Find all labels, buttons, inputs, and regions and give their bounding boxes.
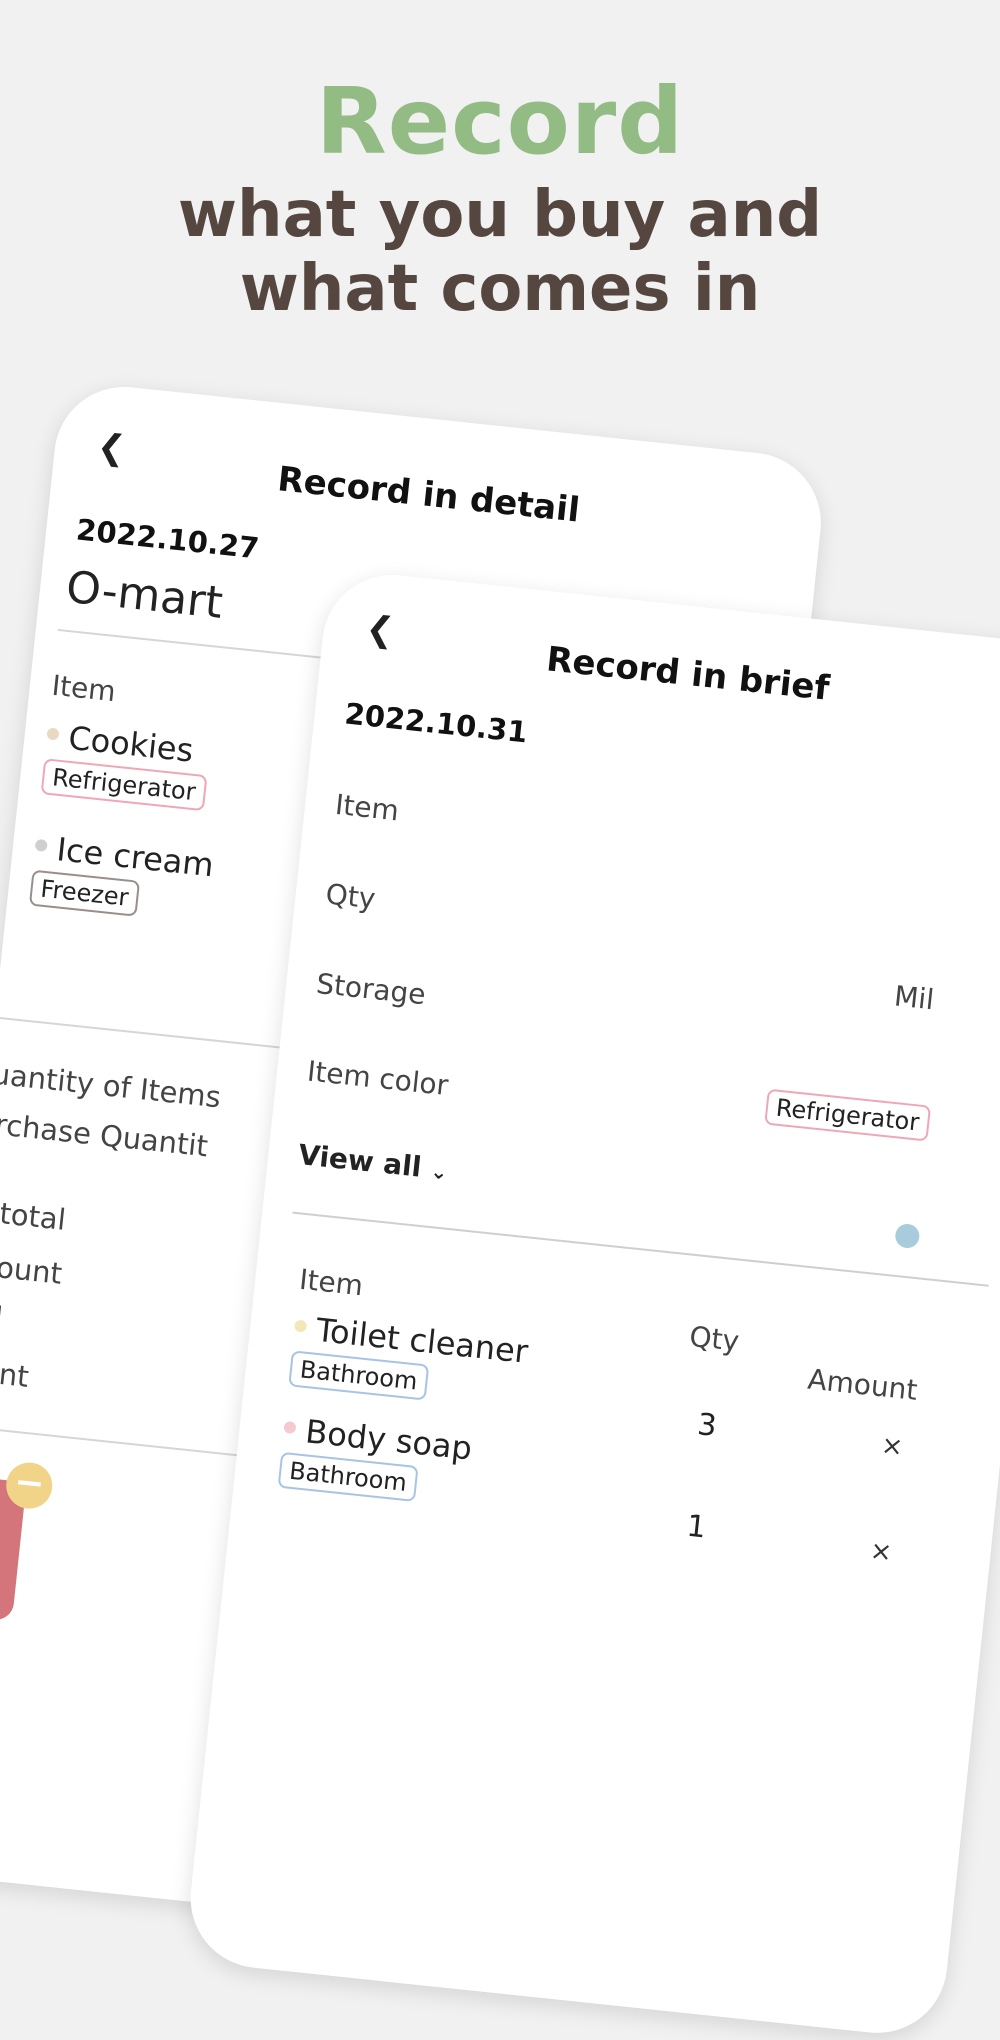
back-button[interactable]: ❮: [364, 608, 397, 651]
divider: [292, 1211, 989, 1287]
list-header-item: Item: [297, 1262, 365, 1303]
view-all-label: View all: [296, 1138, 424, 1184]
back-button[interactable]: ❮: [95, 426, 128, 469]
quantity-of-items-label: Quantity of Items: [0, 1054, 223, 1115]
cookie-image: [0, 1504, 2, 1564]
remove-item-button[interactable]: ×: [869, 1536, 894, 1568]
subtotal-label: Subtotal: [0, 1190, 68, 1237]
qty-field-label: Qty: [324, 877, 377, 916]
record-brief-card: ❮ Record in brief 2022.10.31 Item Qty Mi…: [183, 568, 1000, 2040]
item-field-label: Item: [333, 787, 401, 828]
view-all-button[interactable]: View all ⌄: [297, 1138, 450, 1186]
chevron-down-icon: ⌄: [429, 1158, 449, 1185]
storage-field-label: Storage: [314, 966, 428, 1012]
record-date: 2022.10.31: [343, 696, 530, 750]
item-color-dot: [46, 727, 60, 741]
chevron-left-icon: ❮: [363, 608, 397, 651]
item-value[interactable]: Mil: [893, 979, 936, 1016]
item-qty[interactable]: 1: [685, 1509, 708, 1546]
list-header-amount: Amount: [806, 1362, 920, 1407]
hero-subtitle: what you buy and what comes in: [0, 178, 1000, 326]
page-title: Record in brief: [544, 639, 832, 709]
item-color-field-label: Item color: [305, 1054, 450, 1103]
hero-subtitle-line2: what comes in: [239, 252, 761, 326]
list-header-qty: Qty: [687, 1319, 741, 1358]
chevron-left-icon: ❮: [95, 426, 128, 469]
item-color-dot[interactable]: [894, 1222, 921, 1250]
store-name: O-mart: [63, 561, 226, 629]
hero-title: Record: [315, 68, 685, 175]
item-label: Item: [50, 668, 118, 709]
storage-selector[interactable]: Refrigerator: [764, 1088, 931, 1142]
remove-item-button[interactable]: ×: [880, 1431, 905, 1463]
payment-label: yment: [0, 1350, 31, 1394]
close-icon: ×: [868, 1535, 894, 1569]
list-item[interactable]: Ice cream Freezer: [28, 828, 216, 924]
total-label: otal: [0, 1295, 5, 1335]
close-icon: ×: [879, 1430, 905, 1463]
page-title: Record in detail: [275, 459, 582, 531]
list-item[interactable]: Body soap Bathroom: [277, 1410, 474, 1507]
purchase-quantity-label: Purchase Quantit: [0, 1103, 210, 1164]
item-qty[interactable]: 3: [696, 1407, 719, 1444]
hero-subtitle-line1: what you buy and: [177, 178, 823, 252]
list-item[interactable]: Toilet cleaner Bathroom: [288, 1309, 530, 1411]
storage-tag: Freezer: [28, 869, 141, 917]
item-color-dot: [34, 838, 48, 852]
list-item[interactable]: Cookies Refrigerator: [40, 716, 212, 812]
discount-label: Discount: [0, 1243, 64, 1291]
item-color-dot: [294, 1319, 308, 1333]
storage-tag: Refrigerator: [764, 1088, 931, 1142]
record-date: 2022.10.27: [74, 512, 261, 566]
item-color-dot: [283, 1420, 297, 1435]
